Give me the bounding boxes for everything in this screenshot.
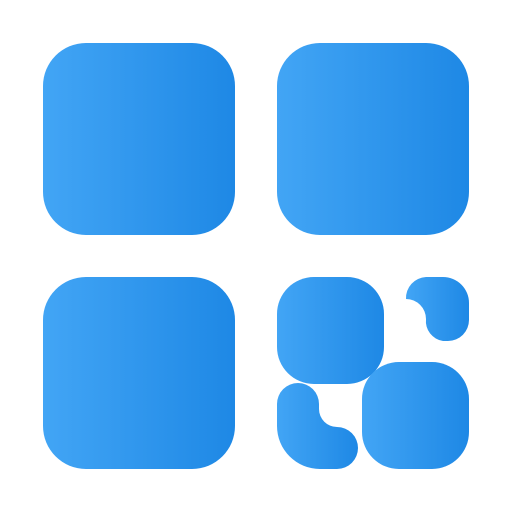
tile-top-right — [277, 43, 469, 235]
tile-bottom-left — [43, 277, 235, 469]
mini-tile-top-right-corner — [405, 277, 469, 341]
apps-grid-icon — [43, 43, 469, 469]
mini-tile-bottom-left-corner — [277, 383, 358, 469]
mini-tile-top-left — [277, 277, 384, 384]
tile-top-left — [43, 43, 235, 235]
icon-canvas — [0, 0, 512, 512]
mini-tile-bottom-right — [362, 362, 469, 469]
